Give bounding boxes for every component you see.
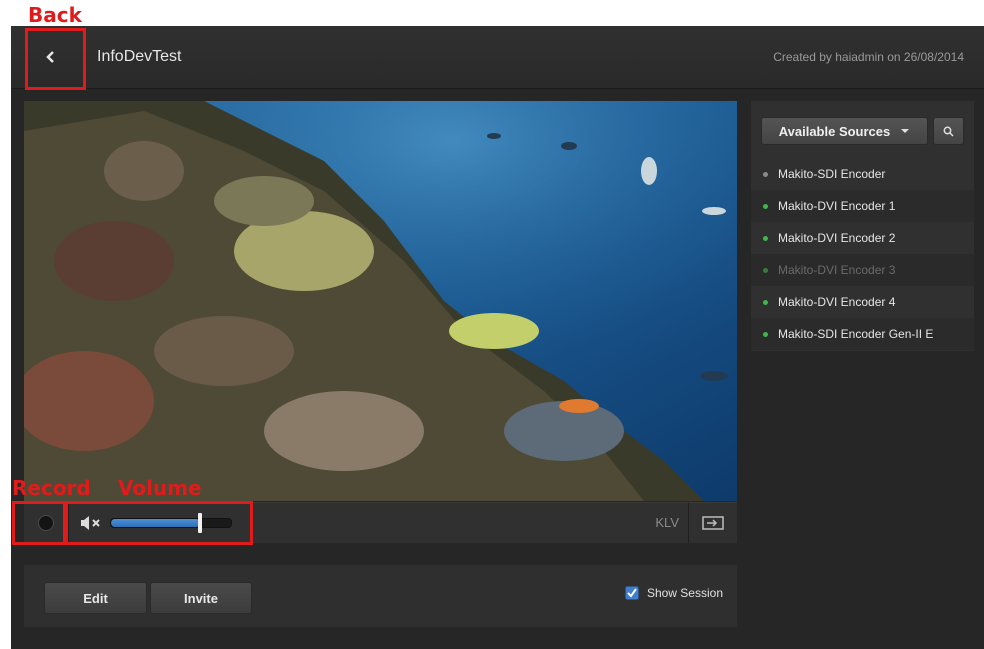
app-window: InfoDevTest Created by haiadmin on 26/08… [11,26,984,649]
status-dot-icon [763,331,768,337]
checkbox-checked-icon[interactable] [625,586,639,600]
status-dot-icon [763,171,768,177]
available-sources-label: Available Sources [778,123,891,139]
external-output-button[interactable] [688,503,737,543]
invite-button[interactable]: Invite [150,582,252,614]
record-annotation-box [12,501,66,545]
record-annotation-label: Record [12,476,91,500]
volume-annotation-label: Volume [118,476,202,500]
source-list-item[interactable]: Makito-DVI Encoder 4 [751,286,974,318]
source-label: Makito-DVI Encoder 3 [778,263,896,277]
klv-label[interactable]: KLV [655,515,679,530]
source-list-item[interactable]: Makito-SDI Encoder [751,158,974,190]
header-bar: InfoDevTest Created by haiadmin on 26/08… [11,26,984,89]
session-title: InfoDevTest [97,48,182,65]
status-dot-icon [763,203,768,209]
sources-panel: Available Sources Makito-SDI Encoder Maki… [751,101,974,351]
source-list-item[interactable]: Makito-DVI Encoder 3 [751,254,974,286]
show-session-toggle[interactable]: Show Session [625,586,723,600]
sources-header: Available Sources [761,117,969,145]
source-list-item[interactable]: Makito-SDI Encoder Gen-II E [751,318,974,350]
back-annotation-box [25,28,86,90]
source-list-item[interactable]: Makito-DVI Encoder 1 [751,190,974,222]
sources-list: Makito-SDI Encoder Makito-DVI Encoder 1 Ma… [751,158,974,350]
source-label: Makito-SDI Encoder [778,167,886,181]
exit-fullscreen-icon [702,516,724,530]
volume-annotation-box [65,501,253,545]
created-by-text: Created by haiadmin on 26/08/2014 [773,50,964,64]
available-sources-dropdown[interactable]: Available Sources [761,117,928,145]
source-label: Makito-DVI Encoder 4 [778,295,896,309]
caret-down-icon [901,129,910,133]
source-label: Makito-DVI Encoder 2 [778,231,896,245]
show-session-label: Show Session [646,586,723,600]
edit-button[interactable]: Edit [44,582,147,614]
status-dot-icon [763,299,768,305]
source-label: Makito-SDI Encoder Gen-II E [778,327,934,341]
status-dot-icon [763,267,768,273]
source-list-item[interactable]: Makito-DVI Encoder 2 [751,222,974,254]
session-actions-bar: Edit Invite Show Session [24,565,737,627]
status-dot-icon [763,235,768,241]
video-frame [24,101,737,501]
search-icon [943,126,954,137]
video-player[interactable] [24,101,737,501]
back-annotation-label: Back [28,3,82,27]
source-label: Makito-DVI Encoder 1 [778,199,896,213]
search-sources-button[interactable] [933,117,964,145]
